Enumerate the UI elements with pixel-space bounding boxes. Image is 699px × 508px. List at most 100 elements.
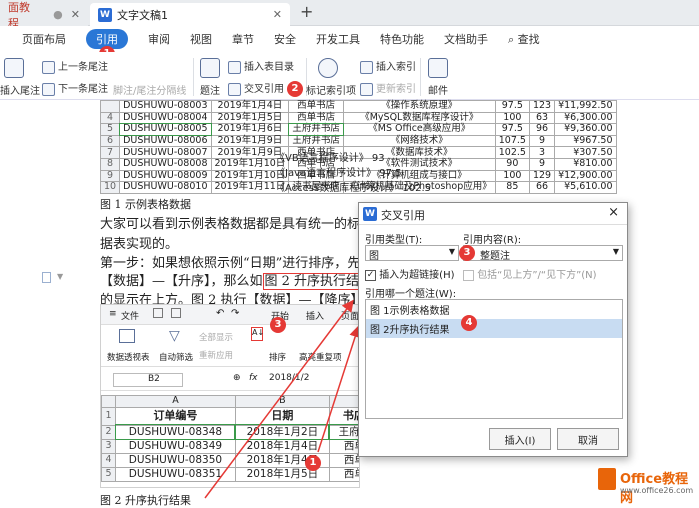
table-cell: 西单书店 [288, 111, 344, 125]
name-box[interactable]: B2 [113, 373, 183, 387]
table-cell: 3 [528, 146, 556, 159]
table-cell: 85 [494, 181, 530, 194]
table-row: 3DUSHUWU-083492018年1月4日西单书店 [101, 438, 359, 454]
cancel-button[interactable]: 取消 [557, 428, 619, 450]
table-cell: 2019年1月4日 [210, 100, 290, 113]
row-number: 9 [99, 169, 121, 183]
table-row: 4DUSHUWU-083502018年1月4日西单书店 [101, 452, 359, 468]
row-number: 3 [101, 438, 116, 454]
table-cell: 王府井书店 [328, 424, 359, 441]
ref-type-select[interactable]: 图 ▼ [365, 245, 459, 262]
table-cell: 63 [528, 111, 556, 125]
update-index-button[interactable]: 更新索引 [360, 80, 416, 96]
tab-document[interactable]: W 文字文稿1 ✕ [90, 3, 290, 26]
ref-type-label: 引用类型(T): [365, 235, 423, 246]
footnote-icon [4, 58, 24, 78]
table-cell: ¥307.50 [554, 146, 617, 159]
save-icon [153, 308, 163, 318]
above-below-checkbox[interactable]: 包括“见上方”/“见下方”(N) [463, 266, 597, 281]
figure-1-caption: 图 1 示例表格数据 [100, 198, 191, 211]
sort-ascending-icon[interactable]: A↓ [251, 327, 264, 341]
sorted-table: ABC1订单编号日期书店名称2DUSHUWU-083482018年1月2日王府井… [101, 395, 359, 482]
mark-index-button[interactable]: 标记索引项 [306, 82, 356, 97]
menu-doc-assistant[interactable]: 文档助手 [444, 31, 488, 47]
insert-index-button[interactable]: 插入索引 [360, 58, 416, 74]
step-badge-3b: 3 [459, 245, 475, 261]
index-icon [360, 60, 373, 74]
next-footnote-button[interactable]: 下一条尾注 [42, 80, 108, 96]
divider [420, 58, 421, 96]
table-cell: 2019年1月6日 [210, 123, 290, 136]
list-item-selected[interactable]: 图 2升序执行结果 [366, 319, 622, 338]
formula-input[interactable]: 2018/1/2 [269, 373, 309, 383]
table-cell: 西单书店 [328, 466, 359, 482]
table-cell: DUSHUWU-08004 [119, 111, 212, 125]
menu-review[interactable]: 审阅 [148, 31, 170, 47]
row-number: 6 [99, 134, 121, 148]
table-row: 2DUSHUWU-083482018年1月2日王府井书店 [101, 424, 359, 441]
column-header[interactable]: B [234, 395, 330, 408]
insert-footnote-button[interactable]: 插入尾注 [0, 82, 40, 97]
insert-button[interactable]: 插入(I) [489, 428, 551, 450]
which-caption-label: 引用哪一个题注(W): [365, 289, 457, 300]
paragraph-line: 大家可以看到示例表格数据都是具有统一的标题 [100, 217, 374, 232]
column-header-row: ABC [101, 395, 359, 408]
menu-search[interactable]: ⌕ 查找 [508, 31, 540, 47]
header-cell: 书店名称 [328, 406, 359, 426]
header-cell: 日期 [234, 406, 330, 426]
table-cell: ¥12,900.00 [554, 169, 617, 183]
checkbox-icon [463, 269, 474, 281]
chevron-down-icon: ▼ [57, 272, 64, 281]
table-cell: 西单书店 [288, 100, 344, 113]
table-cell: 107.5 [494, 134, 530, 148]
cross-reference-button[interactable]: 交叉引用 [228, 80, 284, 96]
print-icon [171, 308, 181, 318]
close-icon[interactable]: × [608, 205, 619, 220]
insert-table-of-figures-button[interactable]: 插入表目录 [228, 58, 294, 74]
table-cell: DUSHUWU-08010 [119, 181, 212, 194]
menu-security[interactable]: 安全 [274, 31, 296, 47]
menu-section[interactable]: 章节 [232, 31, 254, 47]
inner-ribbon: 数据透视表 ▽ 自动筛选 全部显示 重新应用 A↓ 排序 高亮重复项 [101, 325, 359, 367]
menu-features[interactable]: 特色功能 [380, 31, 424, 47]
caption-list[interactable]: 图 1示例表格数据 图 2升序执行结果 [365, 299, 623, 419]
table-cell: ¥11,992.50 [554, 100, 617, 113]
table-cell: 王府井书店 [288, 134, 344, 148]
hyperlink-checkbox[interactable]: ✓ 插入为超链接(H) [365, 266, 455, 281]
prev-footnote-button[interactable]: 上一条尾注 [42, 58, 108, 74]
tab-tutorial[interactable]: 面教程 ● ✕ [0, 1, 88, 30]
table-row: 5 DUSHUWU-08005 2019年1月6日 王府井书店 《MS Office高级… [99, 122, 617, 137]
chevron-down-icon: ▼ [612, 247, 619, 256]
column-header[interactable]: C [328, 395, 359, 408]
mail-button[interactable]: 邮件 [428, 82, 448, 97]
menu-page-layout[interactable]: 页面布局 [22, 31, 66, 47]
footnote-separator-button[interactable]: 脚注/尾注分隔线 [113, 82, 186, 97]
row-number: 10 [99, 181, 121, 194]
checkbox-checked-icon: ✓ [365, 269, 376, 281]
dialog-title: 交叉引用 [381, 209, 425, 222]
caption-button[interactable]: 题注 [200, 82, 220, 97]
new-tab-button[interactable]: + [300, 2, 313, 21]
table-cell: DUSHUWU-08008 [119, 157, 212, 171]
table-cell: ¥6,300.00 [554, 111, 617, 125]
mark-index-icon [318, 58, 338, 78]
menu-developer[interactable]: 开发工具 [316, 31, 360, 47]
row-number: 4 [99, 111, 121, 125]
ribbon-toolbar: 插入尾注 上一条尾注 下一条尾注 脚注/尾注分隔线 题注 插入表目录 交叉引用 … [0, 52, 699, 100]
step-badge-4: 4 [461, 315, 477, 331]
ref-content-select[interactable]: 整题注 ▼ [463, 245, 623, 262]
menu-view[interactable]: 视图 [190, 31, 212, 47]
list-item[interactable]: 图 1示例表格数据 [366, 300, 622, 319]
table-cell: 66 [528, 181, 556, 194]
column-header[interactable]: A [115, 395, 236, 408]
row-number: 5 [101, 466, 116, 482]
next-icon [42, 82, 55, 96]
redo-icon: ↷ [231, 308, 240, 319]
table-cell: ¥967.50 [554, 134, 617, 148]
table-cell: 97.5 [494, 123, 530, 136]
overflow-cell: 《VB语言程序设计》 93 [275, 153, 385, 164]
close-icon[interactable]: ✕ [273, 8, 282, 21]
cross-ref-icon [228, 82, 241, 96]
table-cell: ¥5,610.00 [554, 181, 617, 194]
close-icon[interactable]: ✕ [71, 8, 80, 21]
